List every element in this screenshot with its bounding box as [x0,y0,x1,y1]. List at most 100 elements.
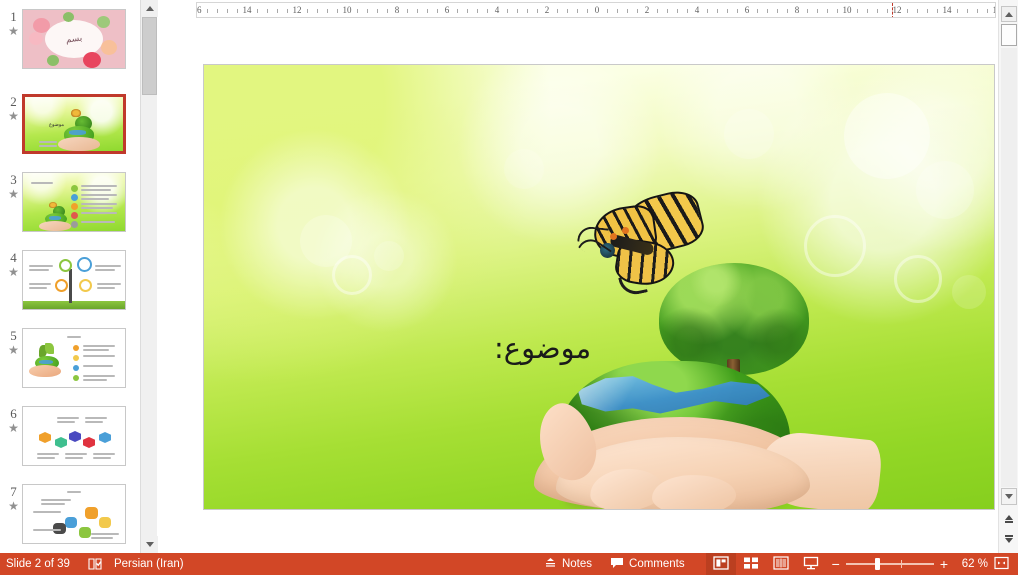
thumb5-body-text [83,355,115,357]
thumbnail-number-2: 2 [10,94,17,109]
slide-editing-area[interactable]: موضوع: استاد راهنما: ارائه دهنده: [163,20,998,553]
thumb4-ring-icon [59,259,72,272]
thumb3-body-text [81,185,117,187]
fit-slide-to-window-icon [993,556,1009,573]
zoom-slider-control[interactable]: − + [826,553,954,575]
thumb1-flower [29,32,43,45]
notes-icon [544,557,557,572]
thumbnail-scroll-up-button[interactable] [141,0,158,17]
thumb3-bullet-icon [71,203,78,210]
previous-slide-button[interactable] [1001,510,1017,527]
ruler-tick [437,9,438,13]
thumb6-hexagon [55,437,67,448]
slide-canvas[interactable]: موضوع: استاد راهنما: ارائه دهنده: [203,64,995,510]
thumbnail-slide-6[interactable]: 6 ★ [0,405,140,483]
thumb6-label [65,453,87,455]
slide-scroll-thumb[interactable] [1001,24,1017,46]
ruler-tick [557,9,558,13]
zoom-slider-handle[interactable] [874,558,880,570]
thumb5-hand [29,365,61,377]
thumbnail-scroll-thumb[interactable] [142,17,157,95]
normal-view-button[interactable] [705,553,736,575]
ruler-tick [407,9,408,13]
thumbnail-slide-2[interactable]: 2 ★ موضوع [0,93,140,171]
thumbnail-image-1[interactable]: بسم [22,9,126,69]
fit-slide-to-window-button[interactable] [988,553,1014,575]
ruler-tick [617,9,618,13]
ruler-label: 6 [444,5,450,15]
zoom-slider-track[interactable] [845,558,934,570]
slide-sorter-view-button[interactable] [736,553,766,575]
slide-scroll-up-button[interactable] [1001,6,1017,22]
ruler-tick [377,9,378,13]
next-slide-button[interactable] [1001,530,1017,547]
slide-count-indicator[interactable]: Slide 2 of 39 [6,558,70,570]
thumbnail-slide-5[interactable]: 5 ★ [0,327,140,405]
zoom-percentage-label[interactable]: 62 % [954,558,988,570]
thumbnail-image-5[interactable] [22,328,126,388]
thumb4-label [29,265,53,267]
thumb6-label [37,453,59,455]
ruler-tick [717,9,718,13]
butterfly-tail [618,272,648,298]
slide-sorter-icon [743,556,759,573]
chevron-up-icon [145,6,154,11]
ruler-tick [567,9,568,13]
slide-title-text[interactable]: موضوع: [494,331,591,365]
ruler-tick [827,9,828,13]
ruler-label: 12 [892,5,902,15]
spell-check-icon[interactable] [88,558,102,570]
thumbnail-slide-4[interactable]: 4 ★ [0,249,140,327]
thumb6-label [85,417,107,419]
ruler-tick [417,9,418,13]
ruler-tick [317,9,318,13]
thumb3-body-text [81,203,117,205]
slide-scroll-down-button[interactable] [1001,488,1017,505]
thumbnail-slide-3[interactable]: 3 ★ [0,171,140,249]
thumb3-bullet-icon [71,194,78,201]
zoom-in-button[interactable]: + [940,557,948,571]
bokeh-circle [916,161,974,219]
thumb4-label [29,269,49,271]
slide-show-view-button[interactable] [796,553,826,575]
thumb3-bullet-icon [71,212,78,219]
ruler-tick [837,9,838,13]
slide-scroll-track[interactable] [1001,48,1017,487]
thumb5-body-text [83,349,109,351]
comments-button[interactable]: Comments [601,553,694,575]
ruler-tick [657,9,658,13]
reading-view-button[interactable] [766,553,796,575]
ruler-tick [977,9,978,13]
thumbnail-number-6: 6 [10,406,17,421]
thumbnail-scrollbar[interactable] [140,0,158,553]
zoom-out-button[interactable]: − [832,557,840,571]
thumbnail-scroll-down-button[interactable] [141,536,158,553]
slide-scrollbar[interactable] [998,0,1018,553]
notes-button[interactable]: Notes [535,553,601,575]
thumbnail-image-4[interactable] [22,250,126,310]
ruler-tick [327,9,328,13]
language-indicator[interactable]: Persian (Iran) [114,558,184,570]
ruler-tick [217,9,218,13]
thumb7-marker [79,527,91,538]
ruler-tick [637,9,638,13]
horizontal-ruler[interactable]: 16 14 12 10 8 6 4 2 0 2 4 6 8 10 12 14 16 [196,2,996,18]
thumbnail-image-3[interactable] [22,172,126,232]
thumbnail-animation-star-2: ★ [8,109,19,123]
thumbnail-slide-1[interactable]: 1 ★ بسم [0,8,140,86]
ruler-tick [357,9,358,13]
thumbnail-image-6[interactable] [22,406,126,466]
thumbnail-image-7[interactable] [22,484,126,544]
thumbnail-slide-7[interactable]: 7 ★ [0,483,140,553]
thumb6-hexagon [69,431,81,442]
thumbnail-meta-1: 1 ★ [0,8,22,38]
bokeh-circle [504,149,544,189]
thumbnail-image-2[interactable]: موضوع [22,94,126,154]
ruler-tick [337,9,338,13]
ruler-tick [587,9,588,13]
thumb2-credit-text [39,141,57,143]
ruler-tick [767,9,768,13]
bokeh-circle [952,275,986,309]
thumb7-label [33,511,61,513]
slide-thumbnail-panel[interactable]: 1 ★ بسم 2 ★ موضوع 3 ★ 4 ★ 5 ★ 6 ★ 7 ★ [0,0,140,553]
